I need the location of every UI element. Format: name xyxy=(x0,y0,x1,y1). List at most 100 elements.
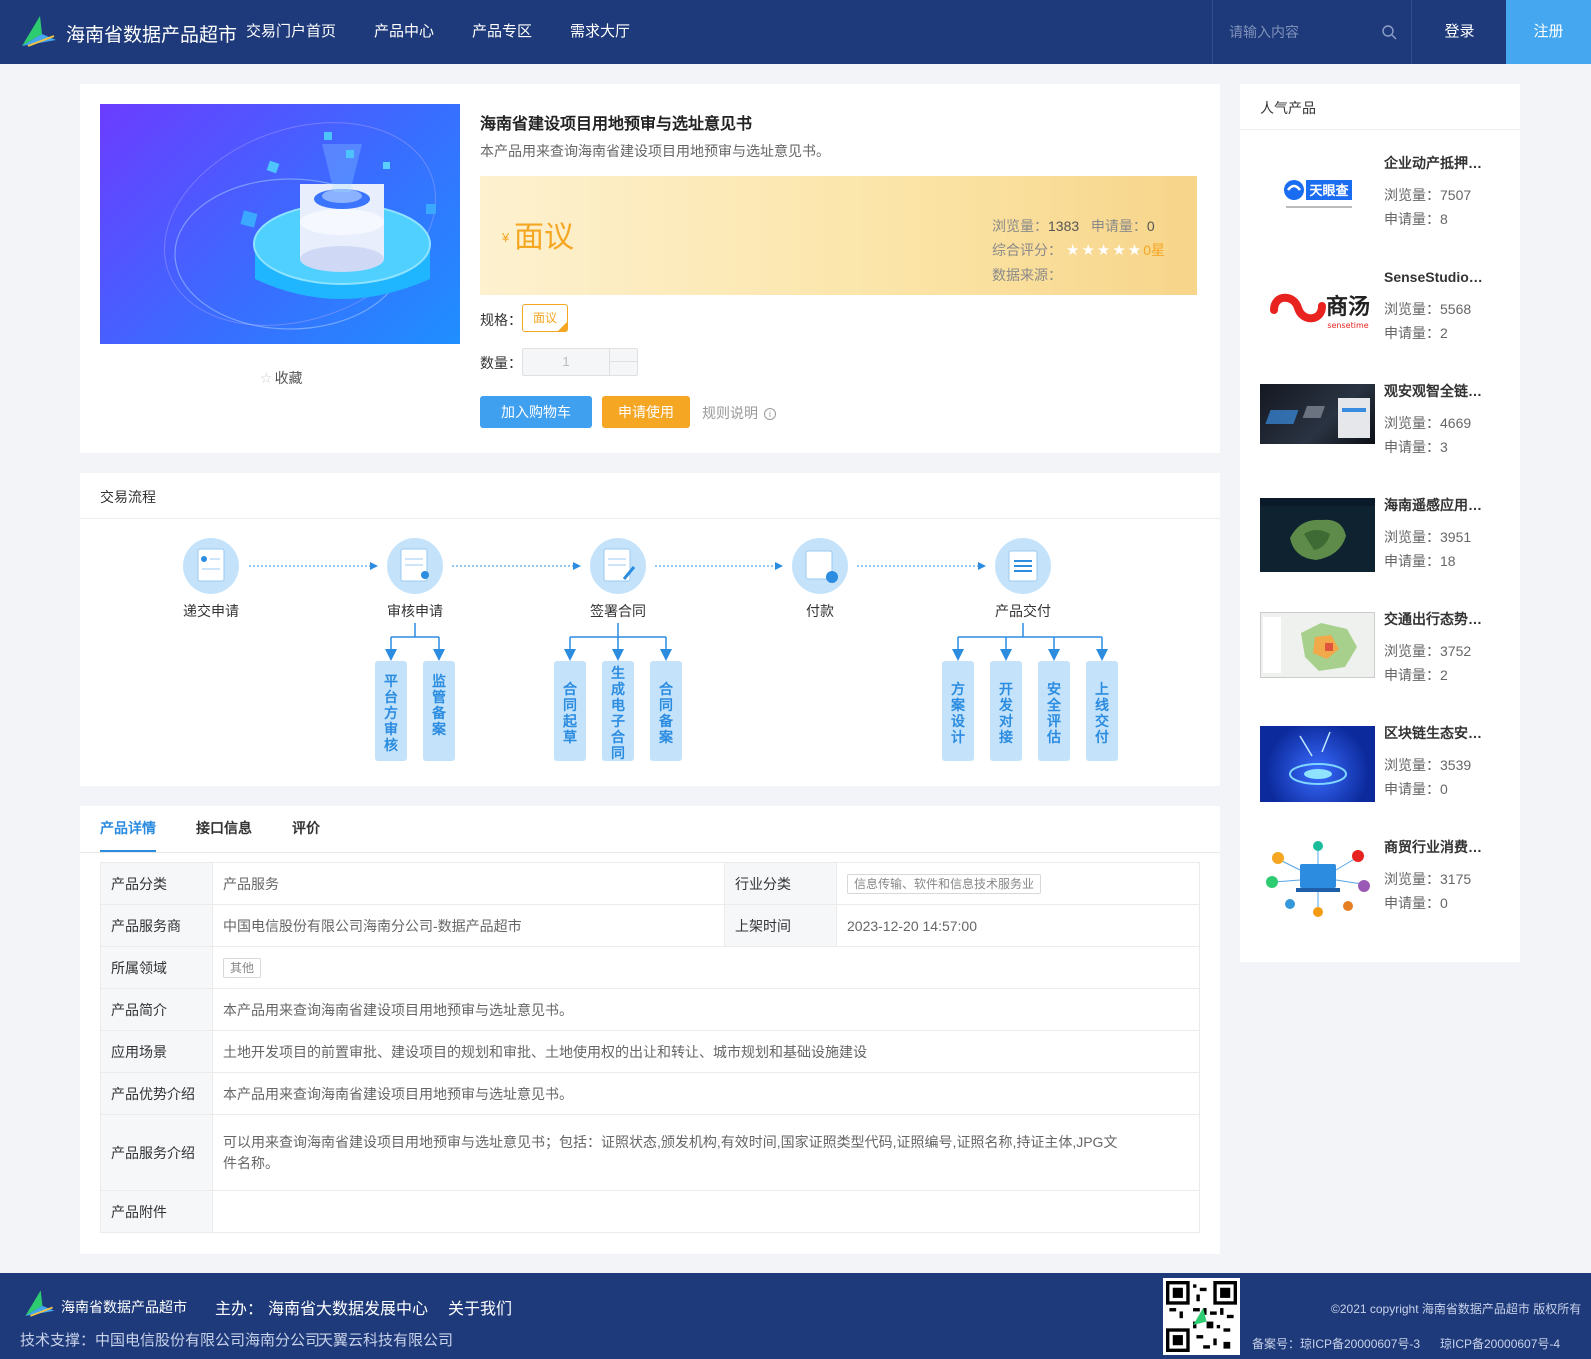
spec-option[interactable]: 面议 xyxy=(522,304,568,332)
popular-item[interactable]: 商汤 sensetime SenseStudio智能视觉平台 浏览量：5568 … xyxy=(1260,267,1510,370)
popular-thumb xyxy=(1260,726,1375,802)
detail-value: 本产品用来查询海南省建设项目用地预审与选址意见书。 xyxy=(212,988,1200,1031)
product-detail-card: 产品详情 接口信息 评价 产品分类 产品服务 行业分类 信息传输、软件和信息技术… xyxy=(80,806,1220,1254)
table-row: 所属领域 其他 xyxy=(100,946,1200,989)
popular-item[interactable]: 天眼查 企业动产抵押信息查询 浏览量：7507 申请量：8 xyxy=(1260,153,1510,256)
rating-label: 综合评分： xyxy=(992,242,1062,258)
popular-item[interactable]: 交通出行态势分析 浏览量：3752 申请量：2 xyxy=(1260,609,1510,712)
detail-tabs: 产品详情 接口信息 评价 xyxy=(100,806,360,852)
popular-thumb xyxy=(1260,498,1375,572)
favorite-label: 收藏 xyxy=(274,370,303,386)
traffic-map-icon xyxy=(1263,617,1357,673)
applies-label: 申请量： xyxy=(1090,218,1147,234)
nav-product-center[interactable]: 产品中心 xyxy=(374,0,434,64)
popular-thumb: 商汤 sensetime xyxy=(1260,270,1375,348)
divider xyxy=(80,852,1220,853)
nav-home[interactable]: 交易门户首页 xyxy=(246,0,336,64)
detail-value: 中国电信股份有限公司海南分公司-数据产品超市 xyxy=(212,904,725,947)
popular-item-applies: 申请量：8 xyxy=(1384,211,1448,227)
footer-tech-support: 技术支撑：中国电信股份有限公司海南分公司 xyxy=(20,1332,321,1349)
about-us-link[interactable]: 关于我们 xyxy=(448,1295,512,1319)
footer-host-label: 主办： xyxy=(215,1301,264,1318)
table-row: 产品简介 本产品用来查询海南省建设项目用地预审与选址意见书。 xyxy=(100,988,1200,1031)
footer-copyright: ©2021 copyright 海南省数据产品超市 版权所有 xyxy=(1331,1302,1582,1316)
popular-item-views: 浏览量：3539 xyxy=(1384,757,1472,773)
quantity-value[interactable]: 1 xyxy=(523,349,609,375)
applies-value: 0 xyxy=(1146,218,1155,234)
nav-product-zone[interactable]: 产品专区 xyxy=(472,0,532,64)
tab-api-info[interactable]: 接口信息 xyxy=(196,806,252,852)
footer-logo-icon xyxy=(25,1290,55,1317)
footer-icp-2[interactable]: 琼ICP备20000607号-4 xyxy=(1440,1335,1560,1352)
quantity-label: 数量： xyxy=(480,355,522,371)
popular-item-name[interactable]: 商贸行业消费分析 xyxy=(1384,837,1490,857)
top-header: 海南省数据产品超市 交易门户首页 产品中心 产品专区 需求大厅 登录 注册 xyxy=(0,0,1591,64)
views-label: 浏览量： xyxy=(992,218,1048,234)
domain-tag: 其他 xyxy=(223,957,262,978)
popular-item-name[interactable]: 交通出行态势分析 xyxy=(1384,609,1490,629)
star-icon: ☆ xyxy=(260,370,273,386)
popular-item[interactable]: 区块链生态安全服务 浏览量：3539 申请量：0 xyxy=(1260,723,1510,826)
step-review-icon xyxy=(387,538,443,594)
detail-key: 所属领域 xyxy=(100,946,213,989)
tab-reviews[interactable]: 评价 xyxy=(292,806,320,852)
popular-thumb: 天眼查 xyxy=(1260,156,1375,234)
tab-product-detail[interactable]: 产品详情 xyxy=(100,806,156,852)
quantity-increase-button[interactable] xyxy=(609,349,637,362)
popular-item[interactable]: 观安观智全链路数据安全 浏览量：4669 申请量：3 xyxy=(1260,381,1510,484)
detail-key: 产品分类 xyxy=(100,862,213,905)
detail-key: 产品服务介绍 xyxy=(100,1114,213,1191)
industry-tag: 信息传输、软件和信息技术服务业 xyxy=(847,873,1042,894)
register-button[interactable]: 注册 xyxy=(1506,0,1591,64)
footer-icp-1[interactable]: 备案号：琼ICP备20000607号-3 xyxy=(1252,1335,1420,1352)
detail-key: 产品服务商 xyxy=(100,904,213,947)
step-pay-label: 付款 xyxy=(806,603,834,619)
login-button[interactable]: 登录 xyxy=(1413,0,1506,64)
quantity-stepper[interactable]: 1 xyxy=(522,348,638,376)
quantity-decrease-button[interactable] xyxy=(609,362,637,375)
table-row: 产品分类 产品服务 行业分类 信息传输、软件和信息技术服务业 xyxy=(100,862,1200,905)
popular-item-name[interactable]: 区块链生态安全服务 xyxy=(1384,723,1490,743)
search-input[interactable] xyxy=(1229,20,1369,44)
add-to-cart-button[interactable]: 加入购物车 xyxy=(480,396,592,428)
table-row: 应用场景 土地开发项目的前置审批、建设项目的规划和审批、土地使用权的出让和转让、… xyxy=(100,1030,1200,1073)
views-value: 1383 xyxy=(1048,218,1080,234)
rules-link[interactable]: 规则说明 i xyxy=(702,403,776,423)
product-description: 本产品用来查询海南省建设项目用地预审与选址意见书。 xyxy=(480,143,830,159)
popular-item-views: 浏览量：3752 xyxy=(1384,643,1472,659)
product-image xyxy=(100,104,460,344)
qr-code-icon xyxy=(1166,1281,1237,1352)
detail-value: 信息传输、软件和信息技术服务业 xyxy=(836,862,1200,905)
detail-key: 产品优势介绍 xyxy=(100,1072,213,1115)
stats-row-1: 浏览量：1383 申请量：0 xyxy=(992,214,1165,238)
blockchain-icon xyxy=(1289,731,1347,785)
detail-value: 其他 xyxy=(212,946,1200,989)
source-label: 数据来源： xyxy=(992,267,1062,283)
detail-table: 产品分类 产品服务 行业分类 信息传输、软件和信息技术服务业 产品服务商 中国电… xyxy=(100,862,1200,1233)
popular-item-name[interactable]: 海南遥感应用服务平台 xyxy=(1384,495,1490,515)
popular-thumb xyxy=(1260,612,1375,678)
popular-products-panel: 人气产品 天眼查 企业动产抵押信息查询 浏览量：7507 申请量：8 商汤 se… xyxy=(1240,84,1520,962)
site-logo-icon[interactable] xyxy=(18,12,58,52)
search-icon[interactable] xyxy=(1381,24,1397,40)
footer-host: 海南省大数据发展中心 xyxy=(268,1301,429,1318)
site-title[interactable]: 海南省数据产品超市 xyxy=(66,20,237,47)
detail-key: 产品简介 xyxy=(100,988,213,1031)
popular-item[interactable]: 商贸行业消费分析 浏览量：3175 申请量：0 xyxy=(1260,837,1510,940)
detail-key: 产品附件 xyxy=(100,1190,213,1233)
detail-key: 上架时间 xyxy=(724,904,837,947)
table-row: 产品附件 xyxy=(100,1190,1200,1233)
popular-item-views: 浏览量：7507 xyxy=(1384,187,1472,203)
popular-item-views: 浏览量：4669 xyxy=(1384,415,1472,431)
stats-row-2: 综合评分： ★★★★★0星 xyxy=(992,238,1165,263)
step-pay-icon xyxy=(792,538,848,594)
popular-item-name[interactable]: 企业动产抵押信息查询 xyxy=(1384,153,1490,173)
nav-demand-hall[interactable]: 需求大厅 xyxy=(570,0,630,64)
popular-item-name[interactable]: 观安观智全链路数据安全 xyxy=(1384,381,1490,401)
step-contract-label: 签署合同 xyxy=(590,603,646,619)
rules-label: 规则说明 xyxy=(702,405,758,421)
popular-item-name[interactable]: SenseStudio智能视觉平台 xyxy=(1384,267,1490,287)
favorite-button[interactable]: ☆ 收藏 xyxy=(260,368,303,388)
popular-item[interactable]: 海南遥感应用服务平台 浏览量：3951 申请量：18 xyxy=(1260,495,1510,598)
apply-button[interactable]: 申请使用 xyxy=(602,396,690,428)
